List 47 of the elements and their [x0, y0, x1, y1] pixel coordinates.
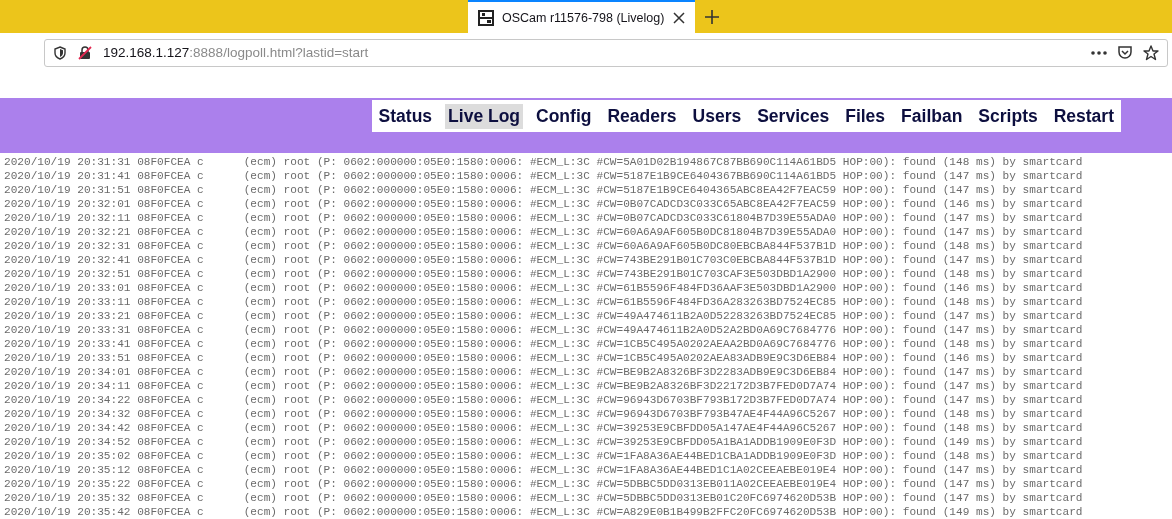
log-line: 2020/10/19 20:31:51 08F0FCEA c (ecm) root (P: 0602:000000:05E0:1580:0006: #ECM_L:3C #CW=5187E1B9CE6404365ABC8EA42F7EAC59 HOP:00): found (147 ms) by smartcard — [4, 183, 1084, 197]
log-line: 2020/10/19 20:33:31 08F0FCEA c (ecm) root (P: 0602:000000:05E0:1580:0006: #ECM_L:3C #CW=49A474611B2A0D52A2BD0A69C7684776 HOP:00): found (147 ms) by smartcard — [4, 323, 1084, 337]
menu-link[interactable]: Restart — [1050, 103, 1117, 129]
menu-link[interactable]: Scripts — [975, 103, 1041, 129]
insecure-lock-icon[interactable] — [77, 44, 93, 61]
menu-link[interactable]: Users — [689, 103, 745, 129]
menu-link[interactable]: Failban — [898, 103, 966, 129]
log-line: 2020/10/19 20:35:02 08F0FCEA c (ecm) root (P: 0602:000000:05E0:1580:0006: #ECM_L:3C #CW=1FA8A36AE44BED1CBA1ADDB1909E0F3D HOP:00): found (148 ms) by smartcard — [4, 449, 1084, 463]
log-line: 2020/10/19 20:33:11 08F0FCEA c (ecm) root (P: 0602:000000:05E0:1580:0006: #ECM_L:3C #CW=61B5596F484FD36A283263BD7524EC85 HOP:00): found (148 ms) by smartcard — [4, 295, 1084, 309]
log-line: 2020/10/19 20:34:32 08F0FCEA c (ecm) root (P: 0602:000000:05E0:1580:0006: #ECM_L:3C #CW=96943D6703BF793B47AE4F44A96C5267 HOP:00): found (148 ms) by smartcard — [4, 407, 1084, 421]
log-line: 2020/10/19 20:31:41 08F0FCEA c (ecm) root (P: 0602:000000:05E0:1580:0006: #ECM_L:3C #CW=5187E1B9CE6404367BB690C114A61BD5 HOP:00): found (147 ms) by smartcard — [4, 169, 1084, 183]
shield-icon[interactable] — [53, 45, 67, 60]
log-line: 2020/10/19 20:35:32 08F0FCEA c (ecm) root (P: 0602:000000:05E0:1580:0006: #ECM_L:3C #CW=5DBBC5DD0313EB01C20FC6974620D53B HOP:00): found (147 ms) by smartcard — [4, 491, 1084, 505]
log-line: 2020/10/19 20:31:31 08F0FCEA c (ecm) root (P: 0602:000000:05E0:1580:0006: #ECM_L:3C #CW=5A01D02B194867C87BB690C114A61BD5 HOP:00): found (148 ms) by smartcard — [4, 155, 1084, 169]
log-line: 2020/10/19 20:32:31 08F0FCEA c (ecm) root (P: 0602:000000:05E0:1580:0006: #ECM_L:3C #CW=60A6A9AF605B0DC80EBCBA844F537B1D HOP:00): found (148 ms) by smartcard — [4, 239, 1084, 253]
app-logo-icon — [478, 9, 494, 26]
log-line: 2020/10/19 20:33:41 08F0FCEA c (ecm) root (P: 0602:000000:05E0:1580:0006: #ECM_L:3C #CW=1CB5C495A0202AEAA2BD0A69C7684776 HOP:00): found (148 ms) by smartcard — [4, 337, 1084, 351]
log-line: 2020/10/19 20:34:11 08F0FCEA c (ecm) root (P: 0602:000000:05E0:1580:0006: #ECM_L:3C #CW=BE9B2A8326BF3D22172D3B7FED0D7A74 HOP:00): found (147 ms) by smartcard — [4, 379, 1084, 393]
url-text: 192.168.1.127:8888/logpoll.html?lastid=start — [103, 45, 370, 61]
log-line: 2020/10/19 20:34:01 08F0FCEA c (ecm) root (P: 0602:000000:05E0:1580:0006: #ECM_L:3C #CW=BE9B2A8326BF3D2283ADB9E9C3D6EB84 HOP:00): found (147 ms) by smartcard — [4, 365, 1084, 379]
log-line: 2020/10/19 20:33:51 08F0FCEA c (ecm) root (P: 0602:000000:05E0:1580:0006: #ECM_L:3C #CW=1CB5C495A0202AEA83ADB9E9C3D6EB84 HOP:00): found (146 ms) by smartcard — [4, 351, 1084, 365]
log-line: 2020/10/19 20:34:42 08F0FCEA c (ecm) root (P: 0602:000000:05E0:1580:0006: #ECM_L:3C #CW=39253E9CBFDD05A147AE4F44A96C5267 HOP:00): found (148 ms) by smartcard — [4, 421, 1084, 435]
log-line: 2020/10/19 20:32:21 08F0FCEA c (ecm) root (P: 0602:000000:05E0:1580:0006: #ECM_L:3C #CW=60A6A9AF605B0DC81804B7D39E55ADA0 HOP:00): found (147 ms) by smartcard — [4, 225, 1084, 239]
menu-link[interactable]: Status — [375, 103, 436, 129]
log-line: 2020/10/19 20:35:22 08F0FCEA c (ecm) root (P: 0602:000000:05E0:1580:0006: #ECM_L:3C #CW=5DBBC5DD0313EB011A02CEEAEBE019E4 HOP:00): found (147 ms) by smartcard — [4, 477, 1084, 491]
log-line: 2020/10/19 20:34:22 08F0FCEA c (ecm) root (P: 0602:000000:05E0:1580:0006: #ECM_L:3C #CW=96943D6703BF793B172D3B7FED0D7A74 HOP:00): found (147 ms) by smartcard — [4, 393, 1084, 407]
log-line: 2020/10/19 20:34:52 08F0FCEA c (ecm) root (P: 0602:000000:05E0:1580:0006: #ECM_L:3C #CW=39253E9CBFDD05A1BA1ADDB1909E0F3D HOP:00): found (149 ms) by smartcard — [4, 435, 1084, 449]
tab-title: OSCam r11576-798 (Livelog) — [502, 10, 665, 25]
menu-link[interactable]: Config — [533, 103, 595, 129]
star-icon[interactable] — [1143, 44, 1159, 61]
log-line: 2020/10/19 20:32:11 08F0FCEA c (ecm) root (P: 0602:000000:05E0:1580:0006: #ECM_L:3C #CW=0B07CADCD3C033C61804B7D39E55ADA0 HOP:00): found (147 ms) by smartcard — [4, 211, 1084, 225]
log-line: 2020/10/19 20:33:21 08F0FCEA c (ecm) root (P: 0602:000000:05E0:1580:0006: #ECM_L:3C #CW=49A474611B2A0D52283263BD7524EC85 HOP:00): found (147 ms) by smartcard — [4, 309, 1084, 323]
log-line: 2020/10/19 20:35:42 08F0FCEA c (ecm) root (P: 0602:000000:05E0:1580:0006: #ECM_L:3C #CW=A829E0B1B499B2FFC20FC6974620D53B HOP:00): found (149 ms) by smartcard — [4, 505, 1084, 519]
browser-tab[interactable]: OSCam r11576-798 (Livelog) — [468, 0, 695, 34]
more-icon[interactable] — [1091, 50, 1107, 55]
log-line: 2020/10/19 20:33:01 08F0FCEA c (ecm) root (P: 0602:000000:05E0:1580:0006: #ECM_L:3C #CW=61B5596F484FD36AAF3E503DBD1A2900 HOP:00): found (146 ms) by smartcard — [4, 281, 1084, 295]
menu-link[interactable]: Readers — [604, 103, 680, 129]
address-bar[interactable]: 192.168.1.127:8888/logpoll.html?lastid=start — [44, 38, 1168, 67]
close-icon[interactable] — [673, 11, 685, 24]
log-line: 2020/10/19 20:35:12 08F0FCEA c (ecm) root (P: 0602:000000:05E0:1580:0006: #ECM_L:3C #CW=1FA8A36AE44BED1C1A02CEEAEBE019E4 HOP:00): found (147 ms) by smartcard — [4, 463, 1084, 477]
menu-link[interactable]: Files — [842, 103, 889, 129]
log-line: 2020/10/19 20:32:51 08F0FCEA c (ecm) root (P: 0602:000000:05E0:1580:0006: #ECM_L:3C #CW=743BE291B01C703CAF3E503DBD1A2900 HOP:00): found (148 ms) by smartcard — [4, 267, 1084, 281]
log-line: 2020/10/19 20:32:01 08F0FCEA c (ecm) root (P: 0602:000000:05E0:1580:0006: #ECM_L:3C #CW=0B07CADCD3C033C65ABC8EA42F7EAC59 HOP:00): found (146 ms) by smartcard — [4, 197, 1084, 211]
log-line: 2020/10/19 20:32:41 08F0FCEA c (ecm) root (P: 0602:000000:05E0:1580:0006: #ECM_L:3C #CW=743BE291B01C703C0EBCBA844F537B1D HOP:00): found (147 ms) by smartcard — [4, 253, 1084, 267]
menu-link[interactable]: Services — [754, 103, 833, 129]
menu-link[interactable]: Live Log — [445, 103, 524, 129]
pocket-icon[interactable] — [1117, 44, 1133, 61]
